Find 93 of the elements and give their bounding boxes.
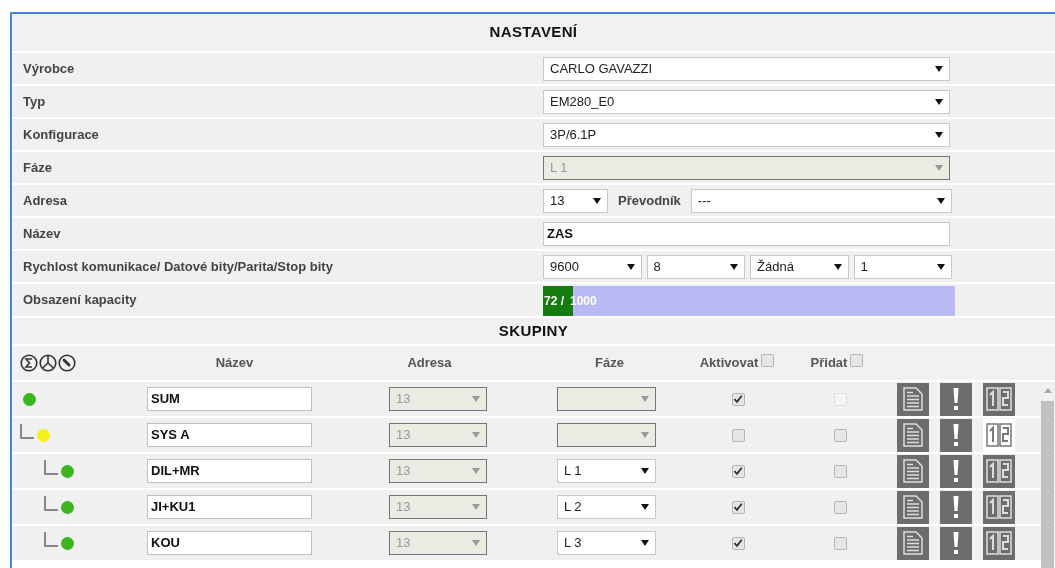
caret-icon (641, 504, 649, 510)
column-header: Fáze (595, 354, 624, 373)
tree-connector-icon (44, 459, 58, 475)
tree-connector-icon (44, 531, 58, 547)
alert-button[interactable] (940, 454, 972, 488)
document-button[interactable] (897, 454, 929, 488)
dropdown[interactable]: --- (690, 188, 952, 213)
caret-icon (641, 540, 649, 546)
checkbox[interactable] (731, 428, 745, 442)
alert-button[interactable] (940, 526, 972, 560)
checkbox[interactable] (833, 500, 847, 514)
split-button[interactable] (983, 454, 1015, 488)
name-field[interactable]: ZAS (543, 221, 950, 246)
column-header: Přidat (810, 354, 848, 373)
column-header: Název (215, 354, 254, 373)
column-header: Aktivovat (699, 354, 759, 373)
document-button[interactable] (897, 382, 929, 416)
checkbox[interactable] (833, 464, 847, 478)
select-all-checkbox[interactable] (850, 353, 864, 367)
dropdown[interactable]: 9600 (543, 254, 642, 279)
setting-label: Fáze (22, 158, 53, 177)
peace-circle-icon (39, 354, 57, 372)
dropdown[interactable]: L 1 (557, 459, 656, 483)
document-button[interactable] (897, 526, 929, 560)
split-button[interactable] (983, 526, 1015, 560)
exclamation-icon (952, 531, 960, 555)
exclamation-icon (952, 459, 960, 483)
setting-label: Typ (22, 92, 47, 111)
group-name-field[interactable]: SYS A (147, 423, 312, 447)
dropdown[interactable]: 8 (646, 254, 745, 279)
select-all-checkbox[interactable] (761, 353, 775, 367)
checkbox[interactable] (731, 536, 745, 550)
checkbox[interactable] (833, 536, 847, 550)
checkbox[interactable] (731, 392, 745, 406)
caret-icon (472, 504, 480, 510)
split-button[interactable] (983, 382, 1015, 416)
dropdown[interactable]: Žádná (750, 254, 849, 279)
group-name-field[interactable]: KOU (147, 531, 312, 555)
caret-icon (937, 197, 945, 204)
section-title: SKUPINY (498, 320, 569, 341)
checkbox[interactable] (731, 464, 745, 478)
alert-button[interactable] (940, 382, 972, 416)
split-button[interactable] (983, 418, 1015, 452)
caret-icon (937, 263, 945, 270)
converter-label: Převodník (618, 191, 681, 210)
caret-icon (641, 468, 649, 474)
setting-label: Obsazení kapacity (22, 291, 138, 310)
setting-label: Konfigurace (22, 125, 100, 144)
dropdown[interactable]: CARLO GAVAZZI (543, 56, 950, 81)
caret-icon (641, 396, 649, 402)
alert-button[interactable] (940, 418, 972, 452)
exclamation-icon (952, 495, 960, 519)
setting-label: Výrobce (22, 59, 76, 78)
gauge-circle-icon (58, 354, 76, 372)
tree-connector-icon (44, 495, 58, 511)
group-name-field[interactable]: SUM (147, 387, 312, 411)
split-button[interactable] (983, 490, 1015, 524)
capacity-used: 72 / (544, 293, 564, 310)
document-button[interactable] (897, 418, 929, 452)
setting-label: Adresa (22, 191, 69, 210)
dropdown[interactable]: L 2 (557, 495, 656, 519)
exclamation-icon (952, 423, 960, 447)
setting-label: Rychlost komunikace/ Datové bity/Parita/Stop bity (22, 257, 334, 276)
checkbox[interactable] (731, 500, 745, 514)
caret-icon (472, 468, 480, 474)
caret-icon (935, 65, 943, 72)
caret-icon (730, 263, 738, 270)
document-button[interactable] (897, 490, 929, 524)
checkbox[interactable] (833, 428, 847, 442)
caret-icon (472, 396, 480, 402)
caret-icon (472, 540, 480, 546)
tree-connector-icon (20, 423, 34, 439)
dropdown[interactable]: EM280_E0 (543, 89, 950, 114)
caret-icon (833, 263, 842, 270)
dropdown[interactable]: L 3 (557, 531, 656, 555)
dropdown[interactable]: 13 (543, 188, 608, 213)
caret-icon (935, 164, 943, 171)
alert-button[interactable] (940, 490, 972, 524)
dropdown[interactable]: 3P/6.1P (543, 122, 950, 147)
group-name-field[interactable]: DIL+MR (147, 459, 312, 483)
caret-icon (626, 263, 635, 270)
column-header: Adresa (407, 354, 452, 373)
sigma-circle-icon (20, 354, 38, 372)
caret-icon (593, 197, 601, 204)
setting-label: Název (22, 224, 62, 243)
caret-icon (472, 432, 480, 438)
caret-icon (641, 432, 649, 438)
group-name-field[interactable]: JI+KU1 (147, 495, 312, 519)
exclamation-icon (952, 387, 960, 411)
section-title: NASTAVENÍ (489, 22, 578, 43)
dropdown[interactable]: 1 (853, 254, 952, 279)
caret-icon (935, 131, 943, 138)
caret-icon (935, 98, 943, 105)
